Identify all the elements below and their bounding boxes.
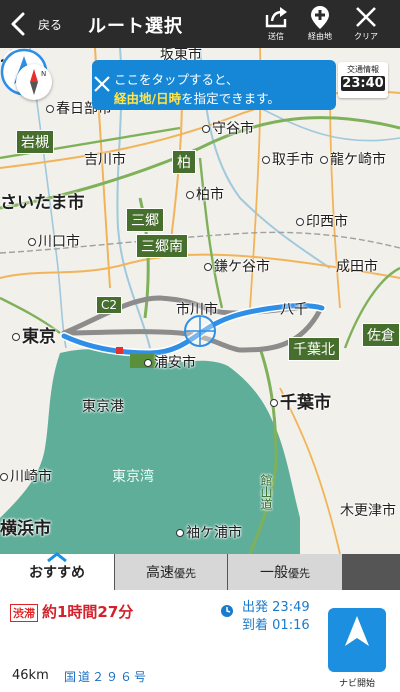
place-label: 川崎市 [0,466,52,486]
tooltip-line2: 経由地/日時を指定できます。 [114,91,280,106]
route-summary[interactable]: 渋滞 約1時間27分 出発 23:49 到着 01:16 46km 国道２９６号… [0,590,400,692]
place-label: 八千 [280,302,308,318]
close-icon [356,7,376,27]
waypoint-tooltip[interactable]: ここをタップすると、 経由地/日時を指定できます。 [92,60,336,110]
clock-icon [221,605,233,617]
traffic-info-button[interactable]: 交通情報 23:40 [338,62,388,98]
back-label: 戻る [38,17,63,32]
place-label: 横浜市 [0,519,51,539]
traffic-jam-badge: 渋滞 [10,604,38,622]
route-map[interactable]: 坂東市 市 春日部市 守谷市 岩槻 吉川市 柏 取手市 龍ケ崎市 柏市 さいたま… [0,48,400,554]
place-label: 東京湾 [112,469,154,485]
navigation-arrow-icon [345,616,369,646]
place-label: 成田市 [336,259,378,275]
departure-time: 出発 23:49 [242,600,310,615]
tab-highway-sub: 優先 [174,567,196,580]
arrival-time: 到着 01:16 [242,618,310,633]
start-navigation-label: ナビ開始 [338,679,375,689]
expressway-label: 館山道 [259,474,273,510]
start-navigation-button[interactable]: ナビ開始 [328,608,386,689]
route-label: 柏 [172,150,196,174]
place-label: 東京港 [82,399,124,415]
route-tabs: おすすめ 高速優先 一般優先 [0,552,400,590]
compass-icon: N [30,69,46,95]
route-label: 佐倉 [362,323,400,347]
place-label: 木更津市 [340,503,396,519]
page-title: ルート選択 [88,16,183,37]
place-label: 吉川市 [84,152,126,168]
tab-general[interactable]: 一般優先 [228,554,342,590]
place-label: 川口市 [28,231,80,251]
place-label: 龍ケ崎市 [320,149,386,169]
compass-button[interactable]: N [16,64,52,100]
clear-button[interactable]: クリア [344,4,388,44]
waypoint-button[interactable]: 経由地 [298,4,342,44]
route-label: 三郷南 [136,234,188,258]
tab-general-sub: 優先 [288,567,310,580]
tab-highway-label: 高速 [146,565,174,581]
place-label: 東京 [12,322,56,347]
tooltip-line1: ここをタップすると、 [114,72,239,87]
chevron-up-icon [47,552,67,562]
place-label: 守谷市 [202,118,254,138]
back-button[interactable]: 戻る [6,6,62,42]
tab-recommended-label: おすすめ [29,565,85,581]
route-label: C2 [96,296,123,314]
place-label: 市川市 [176,302,218,318]
tab-highway[interactable]: 高速優先 [115,554,227,590]
place-label: 取手市 [262,149,314,169]
compass-north: N [41,70,46,78]
chevron-left-icon [11,12,25,36]
waypoint-label: 経由地 [308,32,332,41]
add-waypoint-icon [311,6,329,29]
route-label: 千葉北 [288,337,340,361]
place-label: 浦安市 [144,352,196,372]
route-duration: 約1時間27分 [42,603,134,621]
share-button[interactable]: 送信 [254,4,298,44]
route-road: 国道２９６号 [64,670,149,684]
place-label: 印西市 [296,211,348,231]
share-icon [265,7,287,28]
traffic-info-time: 23:40 [341,76,385,91]
place-label: さいたま市 [0,193,85,213]
share-label: 送信 [268,32,284,41]
clear-label: クリア [354,32,378,41]
traffic-info-label: 交通情報 [347,65,379,74]
route-label: 岩槻 [16,130,54,154]
place-label: 千葉市 [270,388,331,413]
tab-recommended[interactable]: おすすめ [0,552,114,590]
route-distance: 46km [12,668,49,683]
place-label: 袖ケ浦市 [176,522,242,542]
header-bar: 戻る ルート選択 送信 経由地 クリア [0,0,400,48]
tab-general-label: 一般 [260,565,288,581]
place-label: 柏市 [186,184,224,204]
tooltip-close-icon[interactable] [92,74,112,94]
place-label: 鎌ケ谷市 [204,256,270,276]
route-label: 三郷 [126,208,164,232]
